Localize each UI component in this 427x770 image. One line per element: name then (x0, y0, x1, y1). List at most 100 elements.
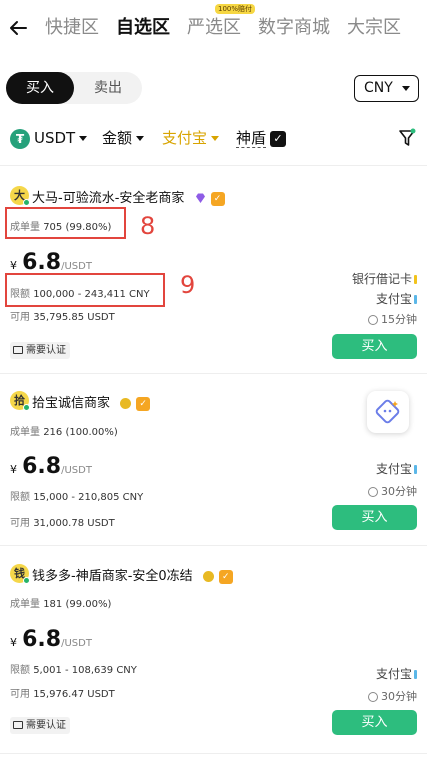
auth-required-text: 需要认证 (26, 345, 66, 356)
tab-selected-label: 严选区 (187, 17, 241, 38)
order-count: 成单量 216 (100.00%) (10, 423, 118, 438)
clock-icon (368, 487, 378, 497)
checkbox-checked-icon: ✓ (270, 130, 287, 147)
amount-filter[interactable]: 金额 (102, 126, 145, 150)
price-value: 6.8 (22, 627, 62, 652)
available-value: 31,000.78 USDT (33, 518, 115, 529)
chevron-down-icon (136, 136, 145, 141)
order-count: 成单量 181 (99.00%) (10, 595, 111, 610)
payment-method-label: 支付宝 (375, 292, 412, 306)
order-count-label: 成单量 (10, 599, 40, 610)
auth-required-badge: 需要认证 (10, 342, 70, 359)
buy-sell-toggle: 买入 卖出 (6, 72, 142, 104)
shield-badge-icon: ✓ (210, 191, 225, 206)
tab-bulk[interactable]: 大宗区 (347, 14, 401, 42)
payment-method: 支付宝 (376, 460, 417, 477)
buy-button[interactable]: 买入 (332, 505, 417, 530)
tab-selected[interactable]: 严选区 100%赔付 (187, 4, 256, 42)
available-value: 35,795.85 USDT (33, 312, 115, 323)
online-dot (23, 199, 30, 206)
buy-button[interactable]: 买入 (332, 710, 417, 735)
payment-method-label: 支付宝 (375, 462, 412, 476)
price-value: 6.8 (22, 454, 62, 479)
shield-badge-icon: ✓ (136, 396, 151, 411)
currency-symbol: ¥ (10, 259, 17, 272)
payment-method: 支付宝 (376, 290, 417, 307)
order-count-value: 181 (99.00%) (43, 599, 112, 610)
price: ¥ 6.8/USDT (10, 454, 92, 479)
shield-filter-label: 神盾 (236, 129, 267, 148)
price-unit: /USDT (61, 465, 92, 476)
limit-label: 限额 (10, 492, 30, 503)
tab-favorites[interactable]: 自选区 (116, 14, 170, 42)
payment-method: 银行借记卡 (352, 270, 417, 287)
limit-label: 限额 (10, 665, 30, 676)
buy-tab[interactable]: 买入 (6, 72, 74, 104)
currency-symbol: ¥ (10, 636, 17, 649)
available: 可用 15,976.47 USDT (10, 685, 115, 700)
market-tabs: 快捷区 自选区 严选区 100%赔付 数字商城 大宗区 (45, 4, 418, 42)
payment-color-tick (414, 275, 417, 284)
clock-icon (368, 692, 378, 702)
back-arrow-icon[interactable] (6, 16, 30, 40)
annotation-box (5, 207, 126, 239)
asset-filter[interactable]: ₮ USDT (10, 126, 88, 150)
avatar: 大 (10, 186, 30, 206)
divider (0, 545, 427, 546)
sell-tab[interactable]: 卖出 (74, 72, 142, 104)
top-nav: 快捷区 自选区 严选区 100%赔付 数字商城 大宗区 (0, 0, 427, 58)
avatar: 钱 (10, 564, 30, 584)
merchant-name[interactable]: 大马-可验流水-安全老商家 ✓ (32, 187, 225, 206)
online-dot (23, 577, 30, 584)
divider (0, 165, 427, 166)
limit-value: 15,000 - 210,805 CNY (33, 492, 144, 503)
gold-medal-icon (202, 571, 214, 582)
payment-time: 30分钟 (368, 483, 417, 499)
asset-filter-label: USDT (34, 129, 76, 147)
limit: 限额 15,000 - 210,805 CNY (10, 488, 143, 503)
merchant-name-text: 钱多多-神盾商家-安全0冻结 (32, 569, 193, 584)
available-label: 可用 (10, 689, 30, 700)
divider (0, 753, 427, 754)
payment-time: 30分钟 (368, 688, 417, 704)
payment-time: 15分钟 (368, 311, 417, 327)
tab-digital-mall[interactable]: 数字商城 (258, 14, 330, 42)
payment-filter[interactable]: 支付宝 (162, 126, 220, 150)
payment-method-label: 银行借记卡 (351, 272, 412, 286)
available: 可用 31,000.78 USDT (10, 514, 115, 529)
shield-filter[interactable]: 神盾 ✓ (236, 126, 287, 150)
merchant-name-text: 大马-可验流水-安全老商家 (32, 191, 185, 206)
id-card-icon (13, 721, 23, 729)
gold-medal-icon (120, 398, 132, 409)
merchant-name[interactable]: 钱多多-神盾商家-安全0冻结 ✓ (32, 565, 233, 584)
assistant-float-button[interactable] (367, 391, 409, 433)
annotation-label: 8 (140, 212, 156, 240)
currency-select[interactable]: CNY (354, 75, 419, 102)
currency-select-value: CNY (364, 80, 393, 96)
sparkle-tag-icon (375, 399, 400, 424)
shield-badge-icon: ✓ (218, 569, 233, 584)
amount-filter-label: 金额 (102, 129, 133, 147)
chevron-down-icon (79, 136, 88, 141)
payment-time-value: 15分钟 (381, 313, 417, 326)
price: ¥ 6.8/USDT (10, 627, 92, 652)
available: 可用 35,795.85 USDT (10, 308, 115, 323)
payment-filter-label: 支付宝 (162, 129, 208, 147)
buy-button[interactable]: 买入 (332, 334, 417, 359)
limit-value: 5,001 - 108,639 CNY (33, 665, 137, 676)
chevron-down-icon (402, 86, 410, 91)
annotation-box (5, 273, 165, 307)
clock-icon (368, 315, 378, 325)
price: ¥ 6.8/USDT (10, 250, 92, 275)
online-dot (23, 404, 30, 411)
diamond-icon (195, 193, 205, 203)
merchant-name[interactable]: 拾宝诚信商家 ✓ (32, 392, 151, 411)
filter-funnel-icon[interactable] (398, 128, 416, 148)
payment-method-label: 支付宝 (375, 667, 412, 681)
available-label: 可用 (10, 518, 30, 529)
limit: 限额 5,001 - 108,639 CNY (10, 661, 137, 676)
guarantee-badge: 100%赔付 (215, 4, 256, 14)
available-value: 15,976.47 USDT (33, 689, 115, 700)
payment-color-tick (414, 670, 417, 679)
tab-quick[interactable]: 快捷区 (45, 14, 99, 42)
